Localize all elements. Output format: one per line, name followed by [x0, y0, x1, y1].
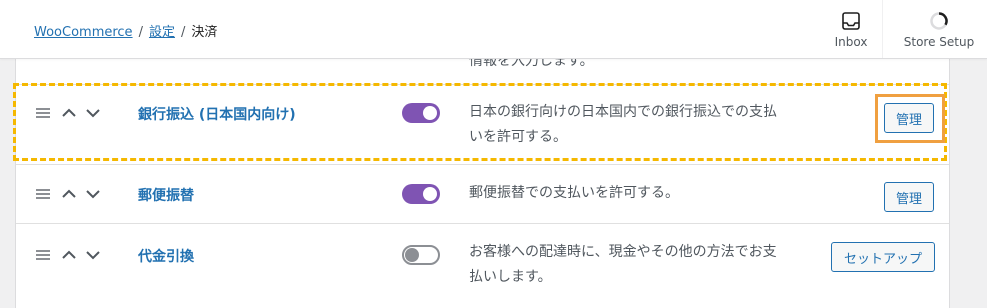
- setup-button[interactable]: セットアップ: [831, 242, 935, 272]
- description-line: お客様への配達時に、現金やその他の方法でお支: [469, 244, 777, 260]
- progress-ring-icon: [927, 9, 951, 33]
- move-down-icon[interactable]: [85, 105, 101, 121]
- drag-handle-icon[interactable]: [36, 250, 50, 260]
- top-header: WooCommerce / 設定 / 決済 Inbox Store Setup: [0, 0, 987, 59]
- inbox-icon: [839, 9, 863, 33]
- payment-method-description: 郵便振替での支払いを許可する。: [469, 181, 814, 206]
- enable-toggle[interactable]: [402, 245, 440, 265]
- payment-method-description: 日本の銀行向けの日本国内での銀行振込での支払 いを許可する。: [469, 100, 814, 150]
- table-row-postal-transfer: 郵便振替 郵便振替での支払いを許可する。 管理: [16, 165, 949, 224]
- payment-method-description: お客様への配達時に、現金やその他の方法でお支 払いします。: [469, 240, 814, 290]
- payment-method-name[interactable]: 郵便振替: [138, 185, 194, 205]
- drag-handle-icon[interactable]: [36, 189, 50, 199]
- breadcrumb-separator: /: [180, 25, 186, 40]
- payment-method-name[interactable]: 銀行振込 (日本国内向け): [138, 104, 296, 124]
- header-divider: [882, 0, 883, 58]
- move-down-icon[interactable]: [85, 186, 101, 202]
- breadcrumb-woocommerce-link[interactable]: WooCommerce: [34, 25, 133, 40]
- store-setup-button[interactable]: Store Setup: [898, 0, 980, 58]
- description-line: 日本の銀行向けの日本国内での銀行振込での支払: [469, 104, 777, 120]
- drag-handle-icon[interactable]: [36, 108, 50, 118]
- payment-method-name[interactable]: 代金引換: [138, 246, 194, 266]
- move-up-icon[interactable]: [61, 247, 77, 263]
- breadcrumb-current: 決済: [191, 25, 218, 40]
- manage-button[interactable]: 管理: [884, 103, 934, 133]
- enable-toggle[interactable]: [402, 184, 440, 204]
- description-line: いを許可する。: [469, 129, 567, 145]
- store-setup-label: Store Setup: [903, 35, 975, 49]
- table-row-cash-on-delivery: 代金引換 お客様への配達時に、現金やその他の方法でお支 払いします。 セットアッ…: [16, 224, 949, 308]
- move-down-icon[interactable]: [85, 247, 101, 263]
- enable-toggle[interactable]: [402, 103, 440, 123]
- breadcrumb-separator: /: [138, 25, 143, 40]
- breadcrumb-settings-link[interactable]: 設定: [149, 25, 175, 40]
- payment-methods-table: 情報を入力します。 銀行振込 (日本国内向け) 日本の銀行向けの日本国内での銀行…: [15, 53, 950, 308]
- table-row-partial: 情報を入力します。: [16, 53, 949, 85]
- description-line: 払いします。: [469, 269, 552, 285]
- move-up-icon[interactable]: [61, 105, 77, 121]
- inbox-label: Inbox: [834, 35, 868, 49]
- description-line: 郵便振替での支払いを許可する。: [469, 185, 679, 201]
- table-row-bank-transfer: 銀行振込 (日本国内向け) 日本の銀行向けの日本国内での銀行振込での支払 いを許…: [16, 85, 949, 165]
- manage-button[interactable]: 管理: [884, 182, 934, 212]
- inbox-button[interactable]: Inbox: [826, 0, 876, 58]
- move-up-icon[interactable]: [61, 186, 77, 202]
- breadcrumb: WooCommerce / 設定 / 決済: [34, 21, 217, 40]
